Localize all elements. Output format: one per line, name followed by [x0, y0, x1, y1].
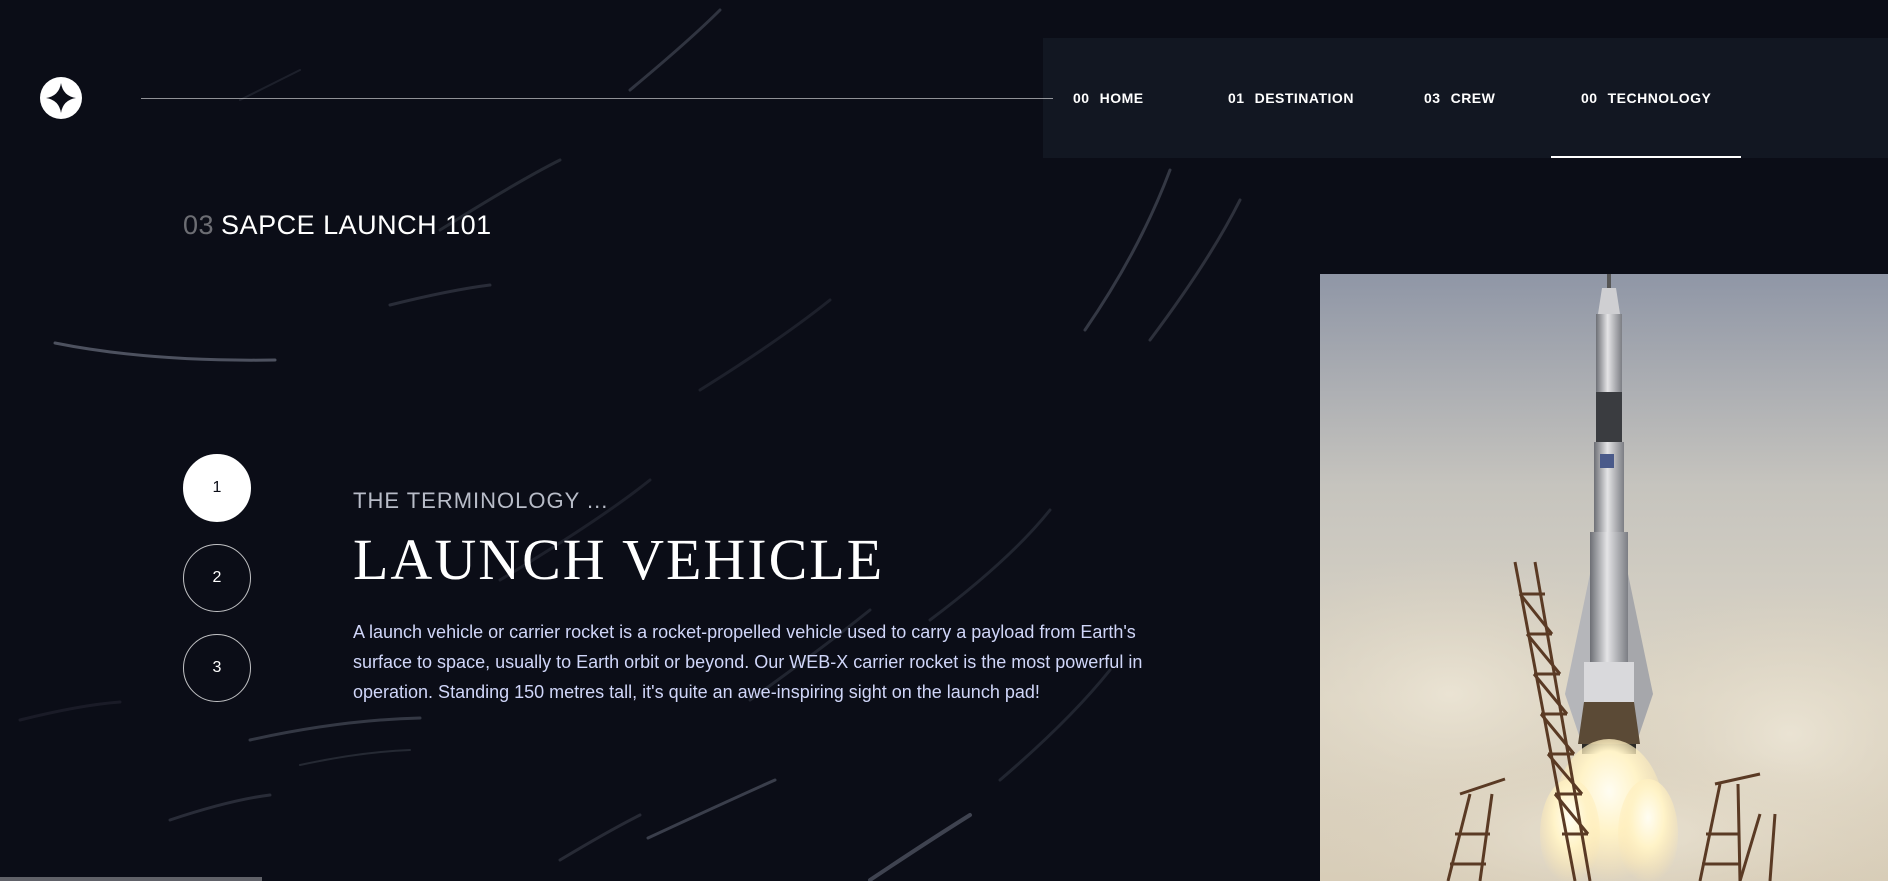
launch-vehicle-image: [1320, 274, 1888, 881]
nav-item-crew[interactable]: 03 CREW: [1424, 38, 1495, 158]
nav-item-number: 01: [1228, 90, 1245, 106]
nav-item-home[interactable]: 00 HOME: [1073, 38, 1144, 158]
page-title-number: 03: [183, 210, 215, 240]
nav-divider-line: [141, 98, 1053, 99]
page-title: 03 SAPCE LAUNCH 101: [183, 210, 492, 241]
terminology-subtitle: THE TERMINOLOGY ...: [353, 488, 609, 513]
star-logo-icon: [46, 83, 76, 113]
step-button-2[interactable]: 2: [183, 544, 251, 612]
technology-description: A launch vehicle or carrier rocket is a …: [353, 621, 1143, 702]
step-button-3[interactable]: 3: [183, 634, 251, 702]
nav-item-destination[interactable]: 01 DESTINATION: [1228, 38, 1354, 158]
step-button-1[interactable]: 1: [183, 454, 251, 522]
nav-item-label: HOME: [1099, 90, 1144, 106]
nav-item-number: 00: [1073, 90, 1090, 106]
nav-item-technology[interactable]: 00 TECHNOLOGY: [1550, 38, 1742, 158]
nav-item-number: 03: [1424, 90, 1441, 106]
technology-content: THE TERMINOLOGY ... LAUNCH VEHICLE A lau…: [353, 488, 1153, 707]
nav-item-label: TECHNOLOGY: [1607, 90, 1712, 106]
logo[interactable]: [40, 77, 82, 119]
main-navigation: 00 HOME 01 DESTINATION 03 CREW 00 TECHNO…: [1043, 38, 1888, 158]
nav-item-number: 00: [1581, 90, 1598, 106]
nav-item-label: CREW: [1450, 90, 1496, 106]
page-title-text: SAPCE LAUNCH 101: [221, 210, 492, 240]
horizontal-scrollbar[interactable]: [0, 877, 262, 881]
nav-item-label: DESTINATION: [1254, 90, 1354, 106]
technology-title: LAUNCH VEHICLE: [353, 527, 885, 592]
